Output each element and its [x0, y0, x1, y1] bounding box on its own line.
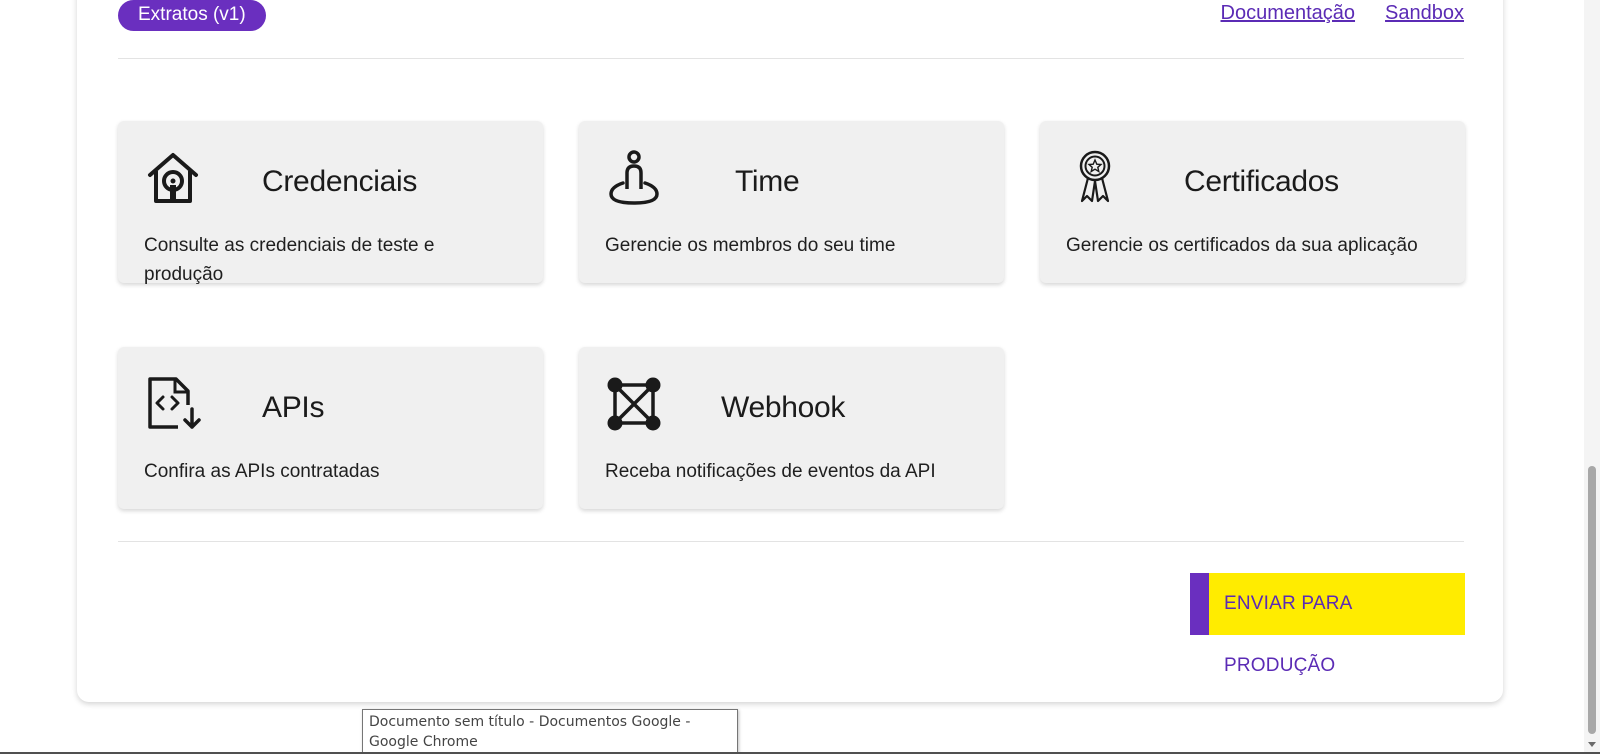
card-title: Time: [735, 165, 800, 198]
card-description: Gerencie os membros do seu time: [605, 235, 896, 256]
card-title: Webhook: [721, 391, 846, 424]
documentation-link[interactable]: Documentação: [1221, 2, 1356, 25]
code-file-download-icon: [144, 375, 202, 433]
person-location-icon: [605, 149, 663, 207]
scrollbar-thumb[interactable]: [1588, 466, 1596, 734]
product-badge: Extratos (v1): [118, 0, 266, 31]
page: Extratos (v1) Documentação Sandbox Crede…: [0, 0, 1600, 754]
card-apis[interactable]: APIs Confira as APIs contratadas: [118, 347, 543, 509]
sandbox-link[interactable]: Sandbox: [1385, 2, 1464, 25]
card-description: Confira as APIs contratadas: [144, 461, 380, 482]
card-description: Consulte as credenciais de teste e produ…: [144, 235, 435, 285]
house-lock-icon: [144, 149, 202, 207]
card-title: APIs: [262, 391, 325, 424]
card-certificados[interactable]: Certificados Gerencie os certificados da…: [1040, 121, 1465, 283]
header-divider: [118, 58, 1464, 59]
card-time[interactable]: Time Gerencie os membros do seu time: [579, 121, 1004, 283]
scroll-down-arrow-icon[interactable]: [1588, 742, 1596, 747]
actions-divider: [118, 541, 1464, 542]
vertical-scrollbar[interactable]: [1584, 0, 1600, 754]
award-ribbon-icon: [1066, 149, 1124, 207]
card-title: Certificados: [1184, 165, 1339, 198]
card-credenciais[interactable]: Credenciais Consulte as credenciais de t…: [118, 121, 543, 285]
card-description: Gerencie os certificados da sua aplicaçã…: [1066, 235, 1418, 256]
card-webhook[interactable]: Webhook Receba notificações de eventos d…: [579, 347, 1004, 509]
network-nodes-icon: [605, 375, 663, 433]
window-tooltip: Documento sem título - Documentos Google…: [362, 709, 738, 754]
card-description: Receba notificações de eventos da API: [605, 461, 936, 482]
card-title: Credenciais: [262, 165, 418, 198]
top-links: Documentação Sandbox: [1221, 2, 1465, 25]
send-to-production-button[interactable]: ENVIAR PARA PRODUÇÃO: [1190, 573, 1465, 676]
